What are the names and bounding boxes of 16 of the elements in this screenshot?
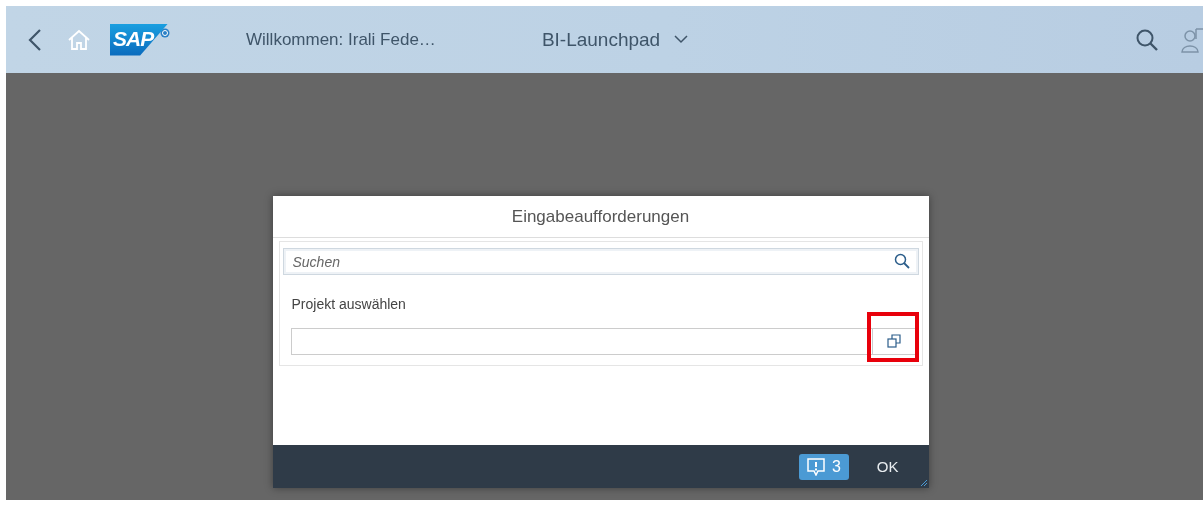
message-icon [806,457,825,476]
chevron-down-icon [674,35,689,44]
search-icon[interactable] [893,253,910,269]
messages-button[interactable]: 3 [798,453,849,480]
registered-icon [160,28,170,38]
ok-button[interactable]: OK [876,458,899,475]
prompt-label: Projekt auswählen [291,296,407,312]
dialog-title: Eingabeaufforderungen [272,196,929,238]
value-help-button[interactable] [871,328,918,355]
value-help-icon [887,334,902,349]
project-input-field[interactable] [290,328,872,355]
sap-logo: SAP [110,23,168,56]
app-title-menu[interactable]: BI-Launchpad [541,28,689,51]
search-icon[interactable] [1135,27,1159,52]
search-field[interactable]: Suchen [282,248,919,275]
welcome-text: Willkommen: Irali Fede… [246,29,436,50]
